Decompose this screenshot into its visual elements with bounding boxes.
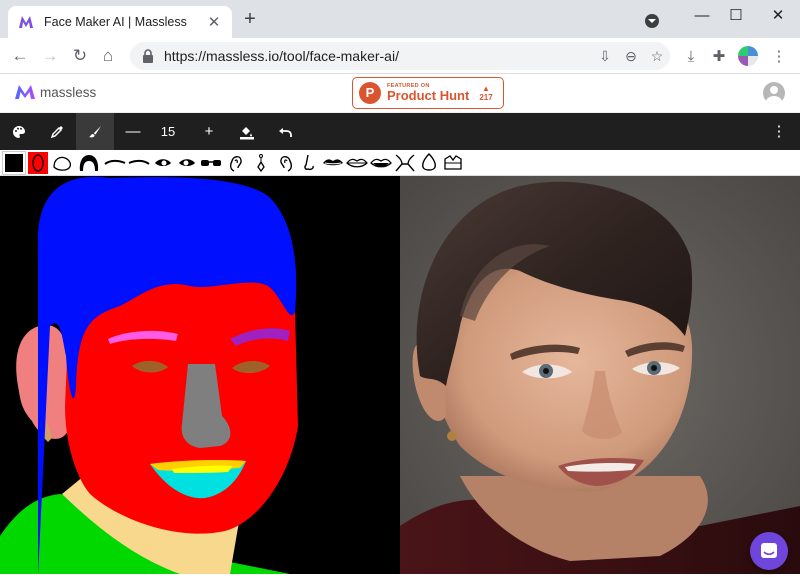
left-eye-icon[interactable]: [152, 153, 174, 173]
new-tab-button[interactable]: +: [240, 9, 260, 29]
upvote-number: 217: [479, 93, 493, 102]
increase-size-button[interactable]: +: [190, 113, 228, 150]
tab-search-icon[interactable]: [645, 14, 659, 28]
color-swatch-red[interactable]: [28, 152, 48, 174]
product-hunt-badge[interactable]: P FEATURED ON Product Hunt ▲ 217: [352, 77, 504, 109]
massless-logo-icon: [15, 85, 35, 99]
cloth-icon[interactable]: [442, 153, 464, 173]
zoom-icon[interactable]: ⊖: [618, 48, 644, 65]
bookmark-star-icon[interactable]: ☆: [644, 48, 670, 65]
home-icon[interactable]: ⌂: [98, 46, 118, 66]
logo-text: massless: [40, 84, 97, 100]
upvote-count: ▲ 217: [475, 84, 497, 102]
right-ear-icon[interactable]: [274, 153, 296, 173]
drawing-toolbar: — 15 + ⋮: [0, 113, 800, 150]
more-options-icon[interactable]: ⋮: [760, 113, 798, 150]
window-close-button[interactable]: ✕: [764, 6, 792, 26]
left-eyebrow-icon[interactable]: [104, 153, 126, 173]
eyedropper-icon[interactable]: [38, 113, 76, 150]
browser-tab[interactable]: Face Maker AI | Massless ✕: [8, 6, 232, 38]
product-hunt-icon: P: [359, 82, 381, 104]
earring-icon[interactable]: [250, 153, 272, 173]
chat-launcher-button[interactable]: [750, 532, 788, 570]
tab-close-icon[interactable]: ✕: [206, 13, 222, 31]
brush-icon[interactable]: [76, 113, 114, 150]
palette-icon[interactable]: [0, 113, 38, 150]
inner-mouth-icon[interactable]: [346, 153, 368, 173]
generated-face-image: [400, 176, 800, 574]
page-bottom-strip: [0, 574, 800, 583]
lower-lip-icon[interactable]: [370, 153, 392, 173]
fill-bucket-icon[interactable]: [228, 113, 266, 150]
downloads-icon[interactable]: ⤓: [682, 48, 700, 66]
reload-icon[interactable]: ↻: [70, 46, 90, 66]
url-text: https://massless.io/tool/face-maker-ai/: [164, 48, 399, 64]
browser-tab-strip: Face Maker AI | Massless ✕ + — ☐ ✕: [0, 0, 800, 38]
massless-logo[interactable]: massless: [14, 84, 96, 100]
undo-icon[interactable]: [266, 113, 304, 150]
browser-toolbar: ← → ↻ ⌂ https://massless.io/tool/face-ma…: [0, 38, 800, 74]
chat-icon: [761, 543, 777, 558]
window-minimize-button[interactable]: —: [688, 6, 716, 26]
site-header: massless P FEATURED ON Product Hunt ▲ 21…: [0, 74, 800, 113]
brush-size-value: 15: [160, 124, 176, 139]
face-shape-icon[interactable]: [52, 153, 74, 173]
account-avatar-icon[interactable]: [763, 82, 785, 104]
hair-icon[interactable]: [78, 153, 100, 173]
decrease-size-button[interactable]: —: [114, 113, 152, 150]
install-app-icon[interactable]: ⇩: [592, 48, 618, 65]
tab-title: Face Maker AI | Massless: [44, 15, 187, 29]
browser-menu-icon[interactable]: ⋮: [770, 48, 788, 66]
upvote-triangle-icon: ▲: [482, 84, 490, 93]
address-bar[interactable]: https://massless.io/tool/face-maker-ai/ …: [130, 42, 670, 70]
product-hunt-label: Product Hunt: [387, 88, 470, 103]
extensions-puzzle-icon[interactable]: ✚: [710, 48, 728, 66]
upper-lip-icon[interactable]: [322, 153, 344, 173]
segmentation-canvas[interactable]: [0, 176, 400, 574]
left-ear-icon[interactable]: [226, 153, 248, 173]
glasses-icon[interactable]: [200, 153, 222, 173]
right-eye-icon[interactable]: [176, 153, 198, 173]
right-eyebrow-icon[interactable]: [128, 153, 150, 173]
segmentation-drawing: [0, 176, 298, 574]
back-arrow-icon[interactable]: ←: [10, 46, 30, 66]
forward-arrow-icon[interactable]: →: [40, 46, 60, 66]
lock-icon: [143, 49, 153, 63]
necklace-icon[interactable]: [418, 153, 440, 173]
window-maximize-button[interactable]: ☐: [722, 6, 750, 26]
neck-icon[interactable]: [394, 153, 416, 173]
nose-icon[interactable]: [298, 153, 320, 173]
massless-favicon-icon: [19, 16, 33, 28]
profile-avatar[interactable]: [738, 46, 758, 66]
color-swatch-black[interactable]: [2, 151, 26, 175]
generated-face-preview: [400, 176, 800, 574]
label-palette: [0, 150, 800, 176]
